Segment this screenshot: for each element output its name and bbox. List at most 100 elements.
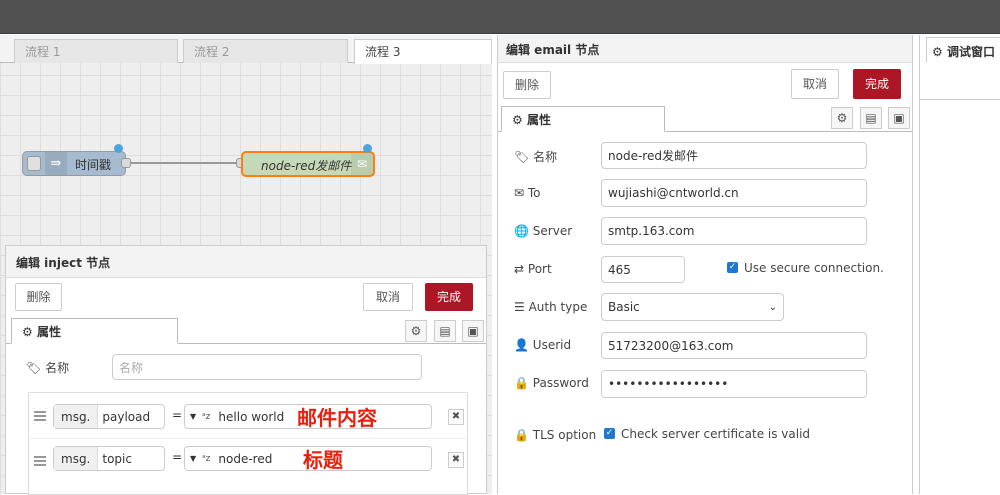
property-prefix: msg.: [54, 447, 99, 470]
inject-output-port[interactable]: [121, 158, 131, 168]
tab-flow-1[interactable]: 流程 1: [14, 39, 178, 63]
property-field[interactable]: msg. topic: [53, 446, 165, 471]
inject-editor-title: 编辑 inject 节点: [6, 246, 486, 278]
annotation-label: 标题: [303, 448, 343, 472]
userid-label-text: Userid: [532, 338, 572, 352]
port-input[interactable]: 465: [601, 256, 685, 283]
annotation-label: 邮件内容: [297, 406, 377, 430]
chevron-down-icon: ⌄: [768, 301, 777, 313]
name-label-text: 名称: [45, 361, 70, 375]
tab-label: 流程 3: [365, 45, 401, 59]
password-label-text: Password: [532, 376, 589, 390]
property-name: payload: [102, 409, 151, 424]
inject-editor-tray: 编辑 inject 节点 删除 取消 完成 ⚙ 属性 ⚙ ▤ ▣ 🏷 名称 名称…: [5, 245, 487, 495]
tab-properties[interactable]: ⚙ 属性: [501, 106, 665, 132]
appearance-icon[interactable]: ▣: [462, 320, 484, 342]
caret-down-icon[interactable]: ▼: [185, 454, 200, 463]
delete-button[interactable]: 删除: [15, 283, 62, 311]
name-label: 🏷 名称: [514, 148, 557, 165]
tag-icon: 🏷: [514, 150, 530, 164]
tab-flow-3[interactable]: 流程 3: [354, 39, 492, 64]
random-icon: ⇄: [514, 262, 525, 276]
secure-connection-label: Use secure connection.: [744, 261, 884, 275]
remove-row-icon[interactable]: ✖: [448, 452, 464, 468]
inject-trigger-button[interactable]: [27, 156, 41, 171]
settings-gear-icon[interactable]: ⚙: [831, 107, 853, 129]
sidebar-divider: [920, 99, 1000, 100]
email-editor-tray: 编辑 email 节点 删除 取消 完成 ⚙ 属性 ⚙ ▤ ▣ 🏷 名称 nod…: [497, 35, 913, 494]
gear-icon: ⚙: [512, 113, 523, 127]
to-label-text: To: [527, 186, 541, 200]
node-wire: [124, 162, 244, 164]
email-node[interactable]: node-red发邮件 ✉: [241, 151, 375, 177]
auth-type-select[interactable]: Basic ⌄: [601, 293, 784, 321]
tab-properties-label: 属性: [526, 113, 551, 127]
changed-indicator-icon: [363, 144, 372, 153]
password-label: 🔒 Password: [514, 376, 589, 390]
port-label-text: Port: [527, 262, 552, 276]
equals-sign: =: [172, 450, 183, 464]
port-label: ⇄ Port: [514, 262, 552, 276]
email-editor-title: 编辑 email 节点: [498, 35, 912, 63]
envelope-icon: ✉: [351, 153, 373, 175]
userid-input[interactable]: 51723200@163.com: [601, 332, 867, 359]
name-input[interactable]: node-red发邮件: [601, 142, 867, 169]
drag-handle-icon[interactable]: [34, 454, 46, 468]
name-label-text: 名称: [533, 150, 558, 164]
header-bar: [0, 0, 1000, 34]
to-label: ✉ To: [514, 186, 541, 200]
lock-icon: 🔒: [514, 428, 529, 442]
list-icon: ☰: [514, 300, 525, 314]
caret-down-icon[interactable]: ▼: [185, 412, 200, 421]
auth-type-label: ☰ Auth type: [514, 300, 587, 314]
equals-sign: =: [172, 408, 183, 422]
tab-label: 流程 1: [25, 45, 61, 59]
inject-node-label: 时间戳: [75, 158, 112, 172]
server-label-text: Server: [532, 224, 573, 238]
delete-button[interactable]: 删除: [503, 71, 551, 99]
tab-debug[interactable]: ⚙ 调试窗口: [926, 37, 1000, 63]
tls-check-checkbox[interactable]: ✓: [604, 428, 615, 439]
tab-label: 流程 2: [194, 45, 230, 59]
drag-handle-icon[interactable]: [34, 409, 46, 423]
userid-label: 👤 Userid: [514, 338, 571, 352]
remove-row-icon[interactable]: ✖: [448, 409, 464, 425]
description-doc-icon[interactable]: ▤: [434, 320, 456, 342]
sidebar: ⚙ 调试窗口: [919, 35, 1000, 494]
list-item: msg. topic = ▼ ᵃz node-red 标题 ✖: [29, 440, 467, 482]
password-input[interactable]: •••••••••••••••••: [601, 370, 867, 398]
user-icon: 👤: [514, 338, 529, 352]
appearance-icon[interactable]: ▣: [888, 107, 910, 129]
string-type-icon: ᵃz: [202, 453, 211, 464]
description-doc-icon[interactable]: ▤: [860, 107, 882, 129]
tls-option-label-text: TLS option: [532, 428, 597, 442]
tls-option-label: 🔒 TLS option: [514, 428, 596, 442]
property-list: msg. payload = ▼ ᵃz hello world 邮件内容 ✖ m…: [28, 392, 468, 495]
done-button[interactable]: 完成: [425, 283, 473, 311]
inject-node[interactable]: ⇛ 时间戳: [22, 151, 126, 176]
done-button[interactable]: 完成: [853, 69, 901, 99]
value-text: node-red: [218, 451, 273, 466]
name-input[interactable]: 名称: [112, 354, 422, 380]
property-name: topic: [102, 451, 132, 466]
changed-indicator-icon: [114, 144, 123, 153]
arrow-right-icon: ⇛: [45, 152, 67, 175]
tab-properties[interactable]: ⚙ 属性: [11, 318, 178, 344]
list-item: msg. payload = ▼ ᵃz hello world 邮件内容 ✖: [29, 393, 467, 439]
globe-icon: 🌐: [514, 224, 529, 238]
tab-flow-2[interactable]: 流程 2: [183, 39, 348, 63]
property-field[interactable]: msg. payload: [53, 404, 165, 429]
cancel-button[interactable]: 取消: [363, 283, 413, 311]
to-input[interactable]: wujiashi@cntworld.cn: [601, 179, 867, 207]
server-label: 🌐 Server: [514, 224, 572, 238]
settings-gear-icon[interactable]: ⚙: [405, 320, 427, 342]
auth-type-value: Basic: [608, 300, 640, 314]
value-text: hello world: [218, 409, 285, 424]
envelope-icon: ✉: [514, 186, 525, 200]
auth-type-label-text: Auth type: [528, 300, 588, 314]
server-input[interactable]: smtp.163.com: [601, 217, 867, 245]
property-prefix: msg.: [54, 405, 99, 428]
secure-connection-checkbox[interactable]: ✓: [727, 262, 738, 273]
cancel-button[interactable]: 取消: [791, 69, 839, 99]
tab-debug-label: 调试窗口: [946, 45, 995, 59]
